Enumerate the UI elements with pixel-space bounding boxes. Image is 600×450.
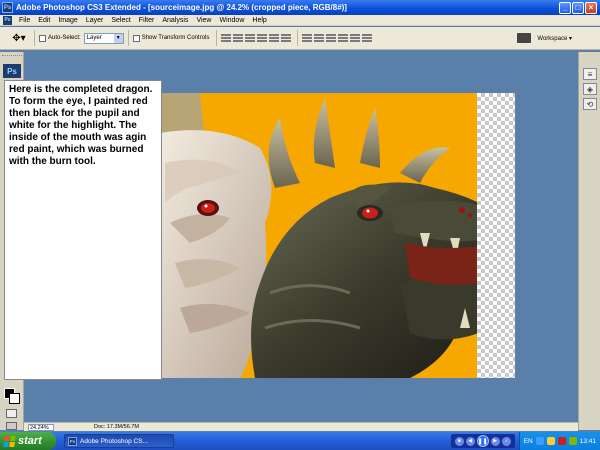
doc-size-info[interactable]: Doc: 17.3M/56.7M <box>94 424 139 430</box>
menu-file[interactable]: File <box>15 17 34 24</box>
media-controls: ■ ◀ ❚❚ ▶ ♪ <box>450 434 515 448</box>
layers-panel-icon[interactable]: ≡ <box>583 68 597 80</box>
taskbar: start Ps Adobe Photoshop CS... ■ ◀ ❚❚ ▶ … <box>0 432 600 450</box>
network-icon[interactable] <box>535 437 544 445</box>
distribute-right-icon[interactable] <box>362 33 373 43</box>
status-bar: 24.24% Doc: 17.3M/56.7M <box>24 422 578 431</box>
menu-select[interactable]: Select <box>107 17 134 24</box>
windows-logo-icon <box>3 435 16 447</box>
distribute-vcenter-icon[interactable] <box>314 33 325 43</box>
bridge-icon[interactable] <box>517 33 532 43</box>
toolbox-grip[interactable] <box>2 55 22 58</box>
paths-panel-icon[interactable]: ⟲ <box>583 98 597 110</box>
title-bar: Ps Adobe Photoshop CS3 Extended - [sourc… <box>0 0 600 15</box>
start-button[interactable]: start <box>0 432 56 450</box>
background-color-swatch[interactable] <box>9 393 20 404</box>
options-bar: ✥▾ Auto-Select: Layer ▼ Show Transform C… <box>0 27 600 50</box>
zoom-field[interactable]: 24.24% <box>28 423 54 431</box>
distribute-top-icon[interactable] <box>302 33 313 43</box>
quick-mask-icon[interactable] <box>6 409 17 418</box>
language-indicator[interactable]: EN <box>524 438 533 445</box>
separator <box>127 30 129 46</box>
menu-filter[interactable]: Filter <box>135 17 159 24</box>
stop-icon[interactable]: ■ <box>454 436 464 446</box>
menu-help[interactable]: Help <box>248 17 270 24</box>
menu-image[interactable]: Image <box>54 17 81 24</box>
minimize-button[interactable]: _ <box>559 1 571 14</box>
show-transform-label: Show Transform Controls <box>141 35 210 41</box>
task-label: Adobe Photoshop CS... <box>80 437 148 445</box>
system-tray: EN 13:41 <box>518 432 600 450</box>
align-right-icon[interactable] <box>281 33 292 43</box>
align-vcenter-icon[interactable] <box>233 33 244 43</box>
ps-menu-icon: Ps <box>3 15 12 25</box>
clock[interactable]: 13:41 <box>580 438 596 445</box>
distribute-left-icon[interactable] <box>338 33 349 43</box>
tutorial-note: Here is the completed dragon. To form th… <box>4 80 162 380</box>
note-text: Here is the completed dragon. To form th… <box>9 84 153 167</box>
previous-icon[interactable]: ◀ <box>465 436 475 446</box>
close-button[interactable]: × <box>585 1 597 14</box>
distribute-hcenter-icon[interactable] <box>350 33 361 43</box>
auto-select-dropdown[interactable]: Layer ▼ <box>83 32 124 44</box>
dragon-image <box>160 93 515 378</box>
menu-view[interactable]: View <box>192 17 215 24</box>
chevron-down-icon: ▼ <box>113 33 123 43</box>
channels-panel-icon[interactable]: ◈ <box>583 83 597 95</box>
align-top-icon[interactable] <box>221 33 232 43</box>
show-transform-checkbox[interactable] <box>132 34 140 42</box>
next-icon[interactable]: ▶ <box>490 436 500 446</box>
move-tool-preset-icon[interactable]: ✥▾ <box>8 29 30 47</box>
photoshop-icon: Ps <box>68 436 77 446</box>
photoshop-icon: Ps <box>2 2 13 13</box>
pause-icon[interactable]: ❚❚ <box>476 435 489 447</box>
volume-icon[interactable]: ♪ <box>501 436 511 446</box>
align-bottom-icon[interactable] <box>245 33 256 43</box>
start-label: start <box>18 435 42 447</box>
taskbar-photoshop[interactable]: Ps Adobe Photoshop CS... <box>64 434 174 448</box>
align-left-icon[interactable] <box>257 33 268 43</box>
menu-edit[interactable]: Edit <box>34 17 54 24</box>
menu-analysis[interactable]: Analysis <box>158 17 192 24</box>
align-hcenter-icon[interactable] <box>269 33 280 43</box>
ps-logo[interactable]: Ps <box>3 64 21 78</box>
updates-icon[interactable] <box>568 437 577 445</box>
transparent-area <box>477 93 515 378</box>
notification-icon[interactable] <box>546 437 555 445</box>
security-icon[interactable] <box>557 437 566 445</box>
separator <box>216 30 218 46</box>
separator <box>297 30 299 46</box>
auto-select-label: Auto-Select: <box>48 35 81 41</box>
maximize-button[interactable]: □ <box>572 1 584 14</box>
menu-layer[interactable]: Layer <box>82 17 108 24</box>
screen-mode-icon[interactable] <box>6 422 17 430</box>
menu-bar: Ps File Edit Image Layer Select Filter A… <box>0 15 600 26</box>
auto-select-checkbox[interactable] <box>39 34 46 42</box>
menu-window[interactable]: Window <box>215 17 248 24</box>
panel-dock: ≡ ◈ ⟲ <box>578 52 600 430</box>
separator <box>34 30 35 46</box>
window-title: Adobe Photoshop CS3 Extended - [sourceim… <box>16 3 347 12</box>
auto-select-value: Layer <box>86 35 102 41</box>
distribute-bottom-icon[interactable] <box>326 33 337 43</box>
document-canvas[interactable] <box>160 93 515 378</box>
workspace-button[interactable]: Workspace ▾ <box>537 35 572 42</box>
